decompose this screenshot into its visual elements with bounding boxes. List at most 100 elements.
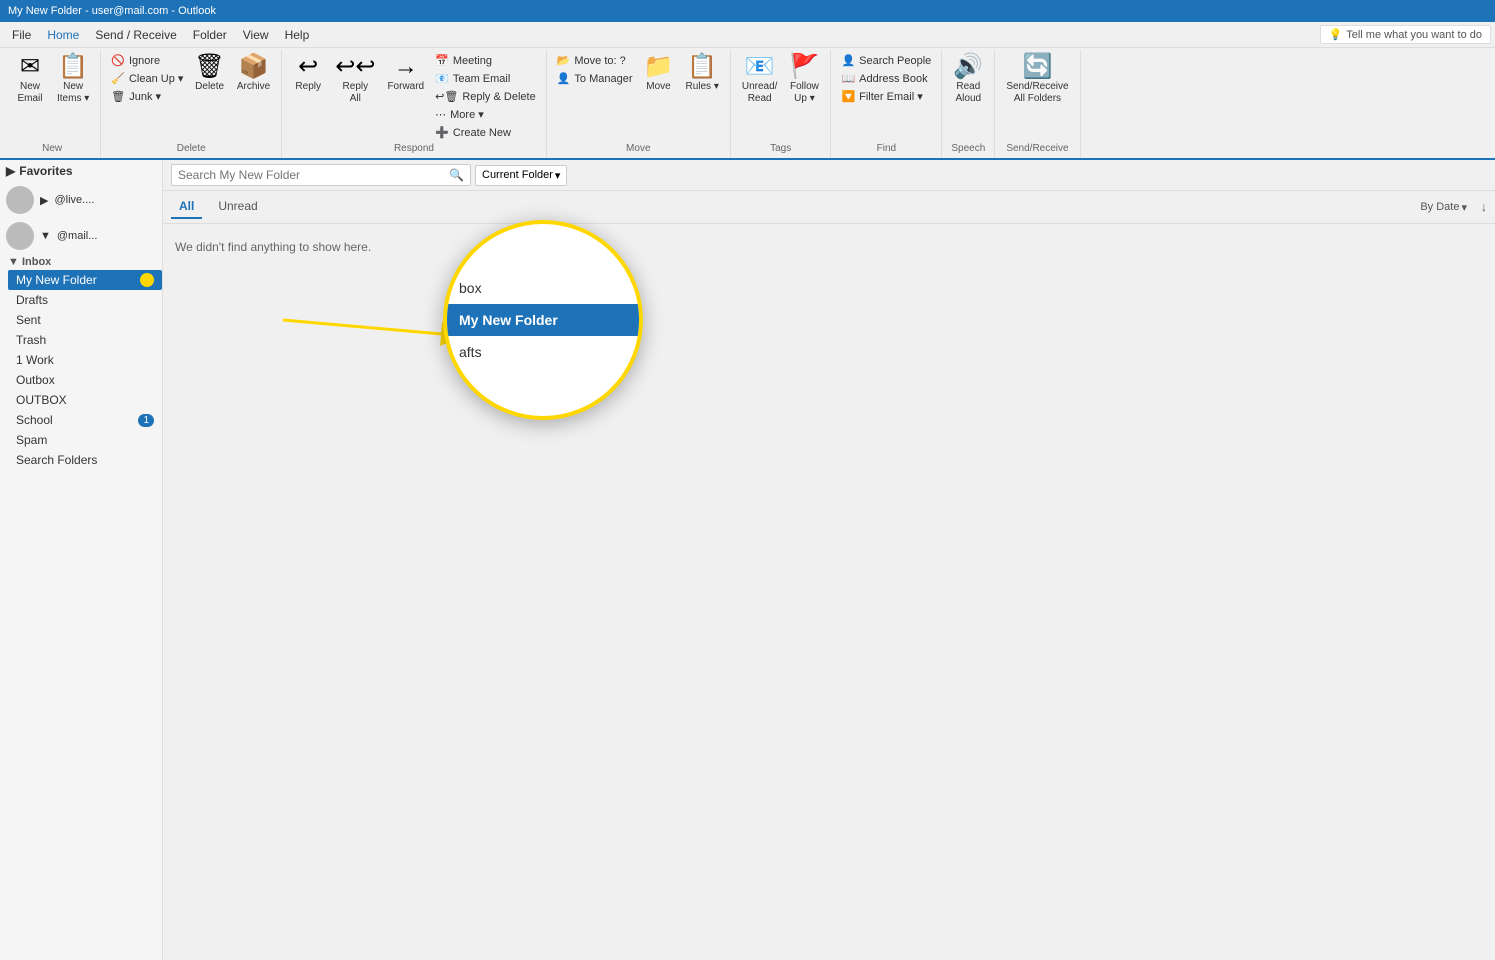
filter-email-icon: 🔽 <box>841 90 855 103</box>
yellow-dot-indicator <box>140 273 154 287</box>
menu-home[interactable]: Home <box>39 26 87 44</box>
folder-spam-label: Spam <box>16 433 154 447</box>
new-email-icon: ✉ <box>20 55 40 79</box>
more-respond-button[interactable]: ⋯ More ▾ <box>431 106 540 123</box>
create-new-button[interactable]: ➕ Create New <box>431 124 540 141</box>
folder-school-label: School <box>16 413 138 427</box>
new-email-button[interactable]: ✉ NewEmail <box>10 52 50 108</box>
sidebar-item-1-work[interactable]: 1 Work <box>8 350 162 370</box>
unread-read-button[interactable]: 📧 Unread/Read <box>737 52 783 108</box>
reply-button[interactable]: ↩ Reply <box>288 52 328 96</box>
forward-button[interactable]: → Forward <box>382 52 429 96</box>
sidebar-item-outbox[interactable]: Outbox <box>8 370 162 390</box>
new-items-icon: 📋 <box>58 55 88 79</box>
school-badge: 1 <box>138 414 154 427</box>
meeting-button[interactable]: 📅 Meeting <box>431 52 540 69</box>
content-area: 🔍 Current Folder ▾ All Unread By Date ▾ … <box>163 160 1495 960</box>
email-list-header: All Unread By Date ▾ ↓ <box>163 191 1495 224</box>
more-icon: ⋯ <box>435 108 446 121</box>
address-book-button[interactable]: 📖 Address Book <box>837 70 935 87</box>
address-book-icon: 📖 <box>841 72 855 85</box>
sidebar-item-trash[interactable]: Trash <box>8 330 162 350</box>
sidebar-item-school[interactable]: School 1 <box>8 410 162 430</box>
send-receive-icon: 🔄 <box>1023 55 1053 79</box>
folder-sent-label: Sent <box>16 313 154 327</box>
menu-folder[interactable]: Folder <box>185 26 235 44</box>
ribbon-group-tags: 📧 Unread/Read 🚩 FollowUp ▾ Tags <box>731 50 832 158</box>
current-folder-label: Current Folder <box>482 169 553 181</box>
sidebar-item-search-folders[interactable]: Search Folders <box>8 450 162 470</box>
move-to-icon: 📂 <box>557 54 571 67</box>
delete-button[interactable]: 🗑 Delete <box>189 52 229 96</box>
filter-email-button[interactable]: 🔽 Filter Email ▾ <box>837 88 935 105</box>
follow-up-button[interactable]: 🚩 FollowUp ▾ <box>784 52 824 108</box>
sidebar-item-drafts[interactable]: Drafts <box>8 290 162 310</box>
read-aloud-button[interactable]: 🔊 ReadAloud <box>948 52 988 108</box>
move-button[interactable]: 📁 Move <box>638 52 678 96</box>
ribbon-group-find: 👤 Search People 📖 Address Book 🔽 Filter … <box>831 50 942 158</box>
by-date-button[interactable]: By Date ▾ <box>1414 198 1473 217</box>
menu-view[interactable]: View <box>235 26 277 44</box>
annotation-arrow <box>163 160 1495 960</box>
search-input-wrapper[interactable]: 🔍 <box>171 164 471 186</box>
move-to-button[interactable]: 📂 Move to: ? <box>553 52 637 69</box>
meeting-icon: 📅 <box>435 54 449 67</box>
sidebar-item-outbox2[interactable]: OUTBOX <box>8 390 162 410</box>
ignore-icon: 🚫 <box>111 54 125 67</box>
search-input[interactable] <box>178 168 449 182</box>
delete-icon: 🗑 <box>194 55 224 79</box>
sidebar-account-live[interactable]: ▶ @live.... <box>0 182 162 218</box>
ignore-button[interactable]: 🚫 Ignore <box>107 52 187 69</box>
folder-outbox2-label: OUTBOX <box>16 393 154 407</box>
ribbon-group-respond: ↩ Reply ↩↩ ReplyAll → Forward 📅 Meeting … <box>282 50 546 158</box>
menu-send-receive[interactable]: Send / Receive <box>87 26 184 44</box>
archive-button[interactable]: 📦 Archive <box>232 52 275 96</box>
magnified-item-my-new-folder: My New Folder <box>447 304 639 336</box>
filter-tab-unread[interactable]: Unread <box>210 195 265 219</box>
reply-all-button[interactable]: ↩↩ ReplyAll <box>330 52 380 108</box>
new-items-button[interactable]: 📋 NewItems ▾ <box>52 52 94 108</box>
rules-button[interactable]: 📋 Rules ▾ <box>680 52 723 96</box>
ribbon-group-move-label: Move <box>626 143 650 156</box>
cleanup-button[interactable]: 🧹 Clean Up ▾ <box>107 70 187 87</box>
send-receive-all-button[interactable]: 🔄 Send/ReceiveAll Folders <box>1001 52 1073 108</box>
filter-tab-all[interactable]: All <box>171 195 202 219</box>
search-people-button[interactable]: 👤 Search People <box>837 52 935 69</box>
sidebar-folder-group: My New Folder Drafts Sent Trash 1 Work O… <box>0 270 162 470</box>
ribbon-group-move: 📂 Move to: ? 👤 To Manager 📁 Move 📋 Rules… <box>547 50 731 158</box>
magnified-item-drafts: afts <box>447 336 639 368</box>
archive-icon: 📦 <box>239 55 269 79</box>
junk-button[interactable]: 🗑 Junk ▾ <box>107 88 187 105</box>
team-email-icon: 📧 <box>435 72 449 85</box>
reply-icon: ↩ <box>298 55 318 79</box>
ribbon: ✉ NewEmail 📋 NewItems ▾ New 🚫 Ignore 🧹 C… <box>0 48 1495 160</box>
search-icon: 🔍 <box>449 168 464 182</box>
menu-file[interactable]: File <box>4 26 39 44</box>
sidebar: ▶ Favorites ▶ @live.... ▼ @mail... ▼ Inb… <box>0 160 163 960</box>
title-bar-title: My New Folder - user@mail.com - Outlook <box>8 5 216 17</box>
ribbon-group-delete-label: Delete <box>177 143 206 156</box>
current-folder-button[interactable]: Current Folder ▾ <box>475 165 567 186</box>
scope-dropdown-icon: ▾ <box>555 169 561 182</box>
empty-message: We didn't find anything to show here. <box>163 224 1495 270</box>
ribbon-group-speech-label: Speech <box>951 143 985 156</box>
sort-arrow[interactable]: ↓ <box>1481 200 1487 214</box>
tell-me-box[interactable]: 💡 Tell me what you want to do <box>1320 25 1491 44</box>
favorites-expand-icon: ▶ <box>6 164 15 178</box>
account-live-email: @live.... <box>54 194 94 206</box>
menu-help[interactable]: Help <box>277 26 318 44</box>
sidebar-item-spam[interactable]: Spam <box>8 430 162 450</box>
sidebar-item-my-new-folder[interactable]: My New Folder <box>8 270 162 290</box>
account-live-expand: ▶ <box>40 194 48 207</box>
ribbon-group-respond-label: Respond <box>394 143 434 156</box>
sidebar-account-mail[interactable]: ▼ @mail... <box>0 218 162 254</box>
team-email-button[interactable]: 📧 Team Email <box>431 70 540 87</box>
reply-delete-button[interactable]: ↩🗑 Reply & Delete <box>431 88 540 105</box>
search-people-icon: 👤 <box>841 54 855 67</box>
cleanup-icon: 🧹 <box>111 72 125 85</box>
sidebar-item-sent[interactable]: Sent <box>8 310 162 330</box>
move-icon: 📁 <box>644 55 674 79</box>
magnified-item-inbox: box <box>447 272 639 304</box>
sidebar-favorites-header[interactable]: ▶ Favorites <box>0 160 162 182</box>
to-manager-button[interactable]: 👤 To Manager <box>553 70 637 87</box>
